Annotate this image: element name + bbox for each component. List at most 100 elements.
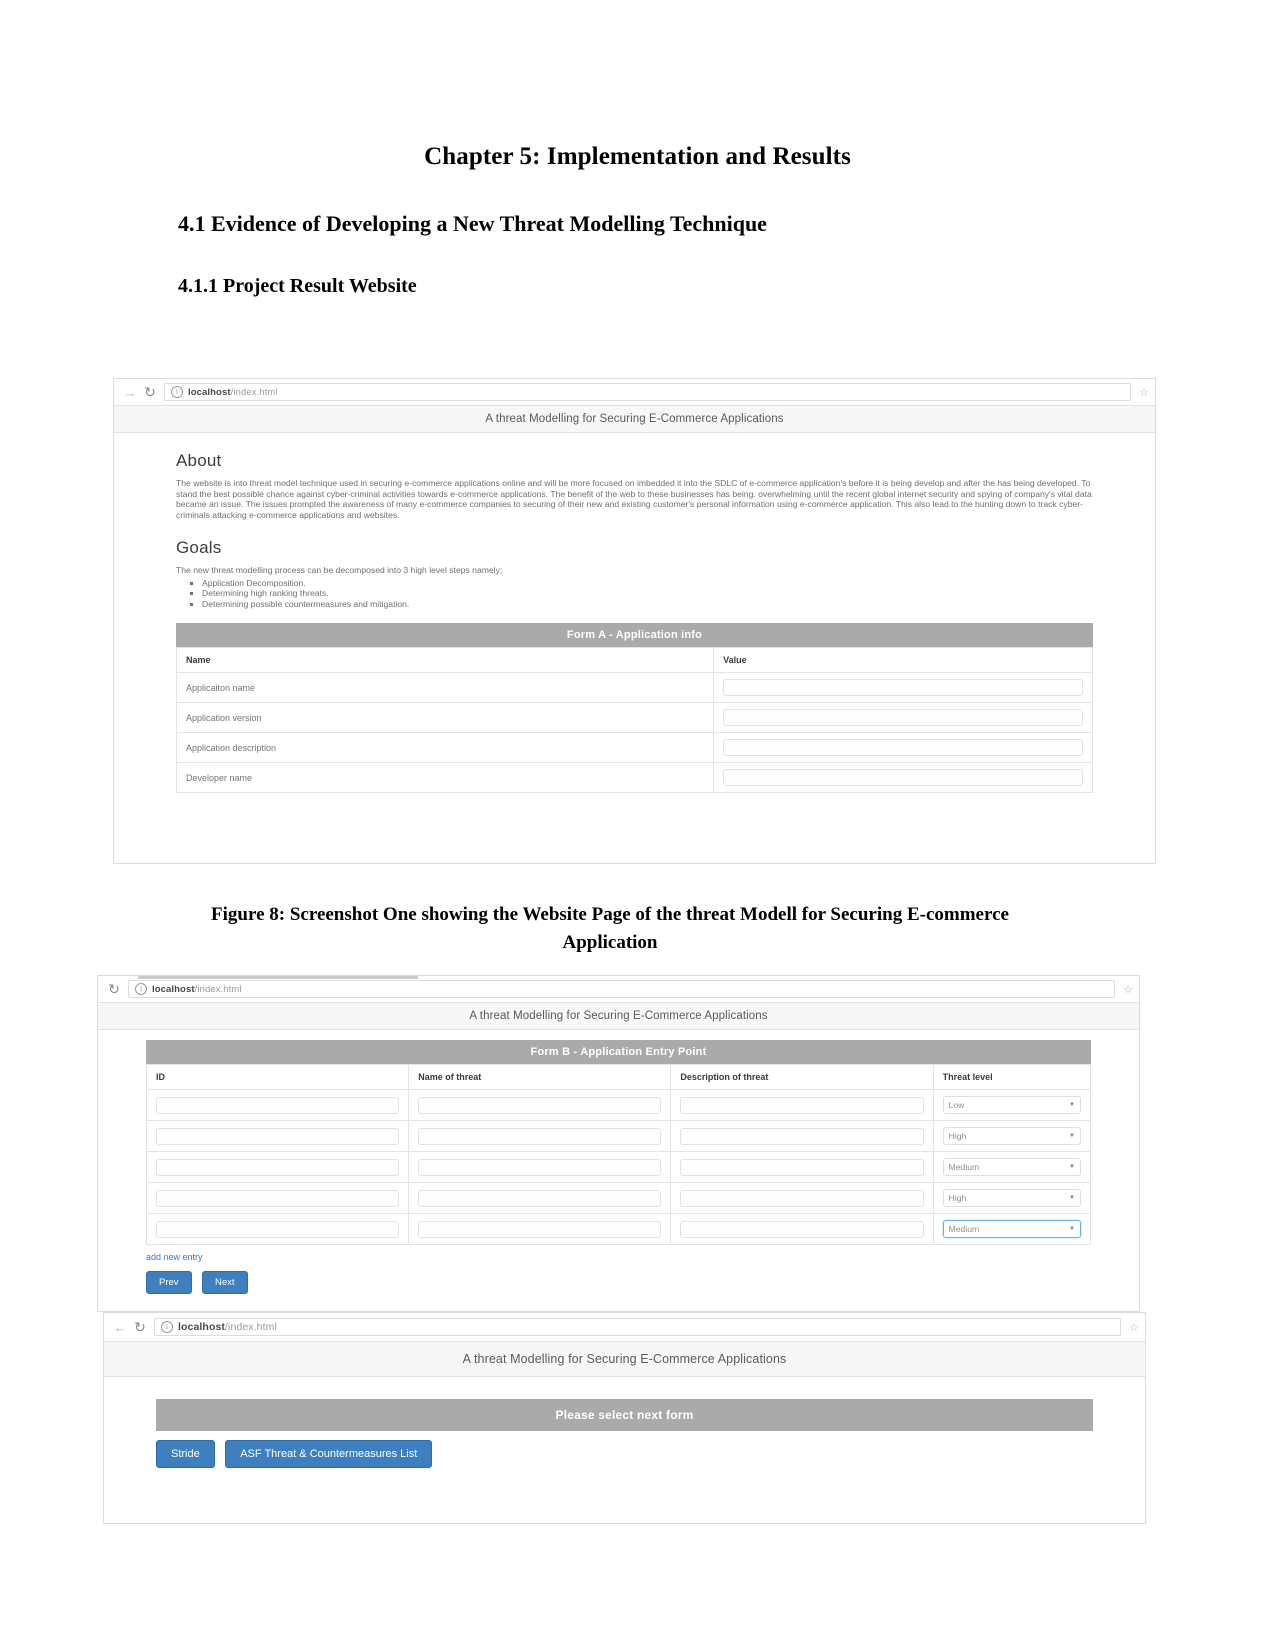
developer-name-input[interactable] [723,769,1083,787]
application-version-input[interactable] [723,709,1083,727]
star-icon[interactable]: ☆ [1125,1321,1139,1334]
row-label: Developer name [175,762,715,794]
column-header-description-of-threat: Description of threat [670,1064,934,1090]
address-bar[interactable]: i localhost/index.html [164,383,1132,401]
column-header-name-of-threat: Name of threat [408,1064,672,1090]
back-arrow-icon[interactable]: ← [110,1320,130,1335]
threat-level-value: High [948,1193,967,1203]
id-input[interactable] [156,1158,400,1176]
form-b-table: ID Name of threat Description of threat … [145,1064,1092,1245]
cell-name-of-threat [408,1151,672,1183]
chapter-heading: Chapter 5: Implementation and Results [424,143,851,170]
name-of-threat-input[interactable] [418,1127,662,1145]
screenshot-two-browser-window: ↻ i localhost/index.html ☆ A threat Mode… [97,975,1140,1312]
shot3-content: Please select next form Stride ASF Threa… [104,1377,1145,1468]
cell-description-of-threat [670,1182,934,1214]
prev-button[interactable]: Prev [146,1271,192,1294]
site-banner-title: A threat Modelling for Securing E-Commer… [98,1002,1139,1030]
column-header-threat-level: Threat level [932,1064,1092,1090]
document-page: Chapter 5: Implementation and Results 4.… [0,0,1275,1650]
forward-arrow-icon[interactable]: → [120,385,140,400]
site-info-icon[interactable]: i [161,1321,173,1333]
row-value-cell [713,672,1093,704]
chevron-down-icon: ▼ [1069,1102,1075,1108]
table-row: Developer name [175,762,1093,794]
address-bar[interactable]: i localhost/index.html [154,1318,1122,1336]
cell-threat-level: Medium ▼ [932,1213,1092,1245]
description-of-threat-input[interactable] [680,1127,924,1145]
cell-id [145,1213,410,1245]
name-of-threat-input[interactable] [418,1158,662,1176]
address-bar-url: localhost/index.html [188,386,278,398]
cell-threat-level: Medium ▼ [932,1151,1092,1183]
cell-id [145,1151,410,1183]
description-of-threat-input[interactable] [680,1158,924,1176]
threat-level-select[interactable]: High ▼ [942,1189,1081,1207]
table-row: Low ▼ [145,1089,1092,1121]
form-a-title: Form A - Application info [176,623,1093,648]
cell-id [145,1120,410,1152]
description-of-threat-input[interactable] [680,1189,924,1207]
asf-threat-countermeasures-button[interactable]: ASF Threat & Countermeasures List [225,1440,433,1468]
next-button[interactable]: Next [202,1271,248,1294]
select-form-button-row: Stride ASF Threat & Countermeasures List [156,1440,1093,1468]
reload-icon[interactable]: ↻ [140,384,160,401]
goals-intro: The new threat modelling process can be … [176,565,503,576]
application-name-input[interactable] [723,679,1083,697]
form-b-button-row: Prev Next [146,1271,1091,1294]
browser-omnibar: ↻ i localhost/index.html ☆ [98,976,1139,1002]
chevron-down-icon: ▼ [1069,1164,1075,1170]
column-header-id: ID [145,1064,410,1090]
star-icon[interactable]: ☆ [1135,386,1149,399]
threat-level-select[interactable]: Medium ▼ [942,1158,1081,1176]
add-new-entry-link[interactable]: add new entry [146,1252,1091,1262]
row-label: Applicaiton name [175,672,715,704]
chevron-down-icon: ▼ [1069,1133,1075,1139]
column-header-name: Name [175,647,715,674]
row-label: Application version [175,702,715,734]
name-of-threat-input[interactable] [418,1096,662,1114]
stride-button[interactable]: Stride [156,1440,215,1468]
site-info-icon[interactable]: i [135,983,147,995]
name-of-threat-input[interactable] [418,1220,662,1238]
threat-level-select[interactable]: Medium ▼ [942,1220,1081,1238]
description-of-threat-input[interactable] [680,1220,924,1238]
id-input[interactable] [156,1127,400,1145]
threat-level-value: Low [948,1100,965,1110]
star-icon[interactable]: ☆ [1119,983,1133,996]
table-row: Application description [175,732,1093,764]
threat-level-select[interactable]: High ▼ [942,1127,1081,1145]
cell-name-of-threat [408,1213,672,1245]
reload-icon[interactable]: ↻ [130,1319,150,1336]
about-heading: About [176,451,222,470]
table-row: Applicaiton name [175,672,1093,704]
cell-name-of-threat [408,1089,672,1121]
application-description-input[interactable] [723,739,1083,757]
id-input[interactable] [156,1189,400,1207]
site-banner-title: A threat Modelling for Securing E-Commer… [104,1341,1145,1377]
description-of-threat-input[interactable] [680,1096,924,1114]
reload-icon[interactable]: ↻ [104,981,124,998]
section-heading: 4.1 Evidence of Developing a New Threat … [178,211,767,236]
site-info-icon[interactable]: i [171,386,183,398]
name-of-threat-input[interactable] [418,1189,662,1207]
address-bar-url: localhost/index.html [178,1321,277,1333]
id-input[interactable] [156,1096,400,1114]
select-next-form-title: Please select next form [156,1399,1093,1431]
row-label: Application description [175,732,715,764]
cell-description-of-threat [670,1120,934,1152]
address-bar[interactable]: i localhost/index.html [128,980,1116,998]
threat-level-select[interactable]: Low ▼ [942,1096,1081,1114]
threat-level-value: High [948,1131,967,1141]
row-value-cell [713,702,1093,734]
threat-level-value: Medium [948,1162,980,1172]
screenshot-one-browser-window: → ↻ i localhost/index.html ☆ A threat Mo… [113,378,1156,864]
table-row: High ▼ [145,1182,1092,1214]
cell-threat-level: High ▼ [932,1120,1092,1152]
subsection-heading: 4.1.1 Project Result Website [178,275,417,297]
cell-name-of-threat [408,1182,672,1214]
cell-threat-level: High ▼ [932,1182,1092,1214]
cell-id [145,1089,410,1121]
chevron-down-icon: ▼ [1069,1195,1075,1201]
id-input[interactable] [156,1220,400,1238]
